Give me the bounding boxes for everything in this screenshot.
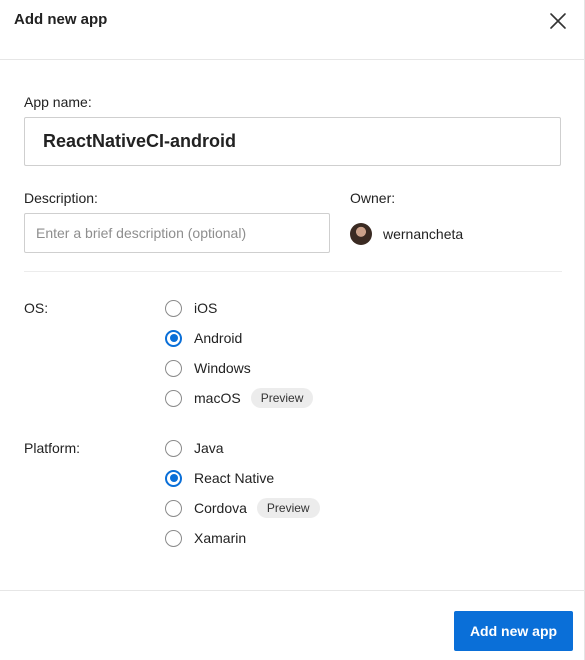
radio-button[interactable] (165, 359, 182, 377)
avatar (350, 223, 372, 245)
os-option-macos[interactable]: macOS Preview (165, 386, 314, 410)
preview-badge: Preview (250, 388, 314, 408)
add-new-app-dialog: Add new app App name: Description: Owner… (0, 0, 585, 660)
radio-button[interactable] (165, 439, 182, 457)
dialog-header: Add new app (0, 0, 585, 60)
platform-option-java[interactable]: Java (165, 436, 224, 460)
owner-name: wernancheta (383, 226, 464, 242)
platform-option-react-native[interactable]: React Native (165, 466, 274, 490)
platform-label: Platform: (24, 440, 81, 456)
close-icon[interactable] (547, 10, 569, 32)
description-label: Description: (24, 190, 98, 206)
os-option-label: iOS (194, 300, 218, 316)
platform-option-label: Cordova (194, 500, 247, 516)
dialog-title: Add new app (14, 11, 108, 28)
os-option-label: Windows (194, 360, 251, 376)
platform-option-cordova[interactable]: Cordova Preview (165, 496, 320, 520)
app-name-input[interactable] (24, 117, 561, 166)
description-input[interactable] (24, 213, 330, 253)
radio-button[interactable] (165, 529, 182, 547)
footer-divider (0, 590, 585, 591)
platform-option-label: Java (194, 440, 224, 456)
preview-badge: Preview (256, 498, 320, 518)
platform-option-xamarin[interactable]: Xamarin (165, 526, 246, 550)
owner-label: Owner: (350, 190, 396, 206)
os-label: OS: (24, 300, 49, 316)
add-new-app-button[interactable]: Add new app (454, 611, 573, 651)
radio-button[interactable] (165, 469, 182, 487)
os-option-label: Android (194, 330, 243, 346)
os-option-label: macOS (194, 390, 241, 406)
platform-option-label: Xamarin (194, 530, 247, 546)
radio-button[interactable] (165, 499, 182, 517)
app-name-label: App name: (24, 94, 92, 110)
os-option-ios[interactable]: iOS (165, 296, 217, 320)
section-divider (24, 271, 562, 272)
radio-button[interactable] (165, 329, 182, 347)
os-option-android[interactable]: Android (165, 326, 242, 350)
radio-button[interactable] (165, 299, 182, 317)
platform-option-label: React Native (194, 470, 275, 486)
os-option-windows[interactable]: Windows (165, 356, 251, 380)
radio-button[interactable] (165, 389, 182, 407)
